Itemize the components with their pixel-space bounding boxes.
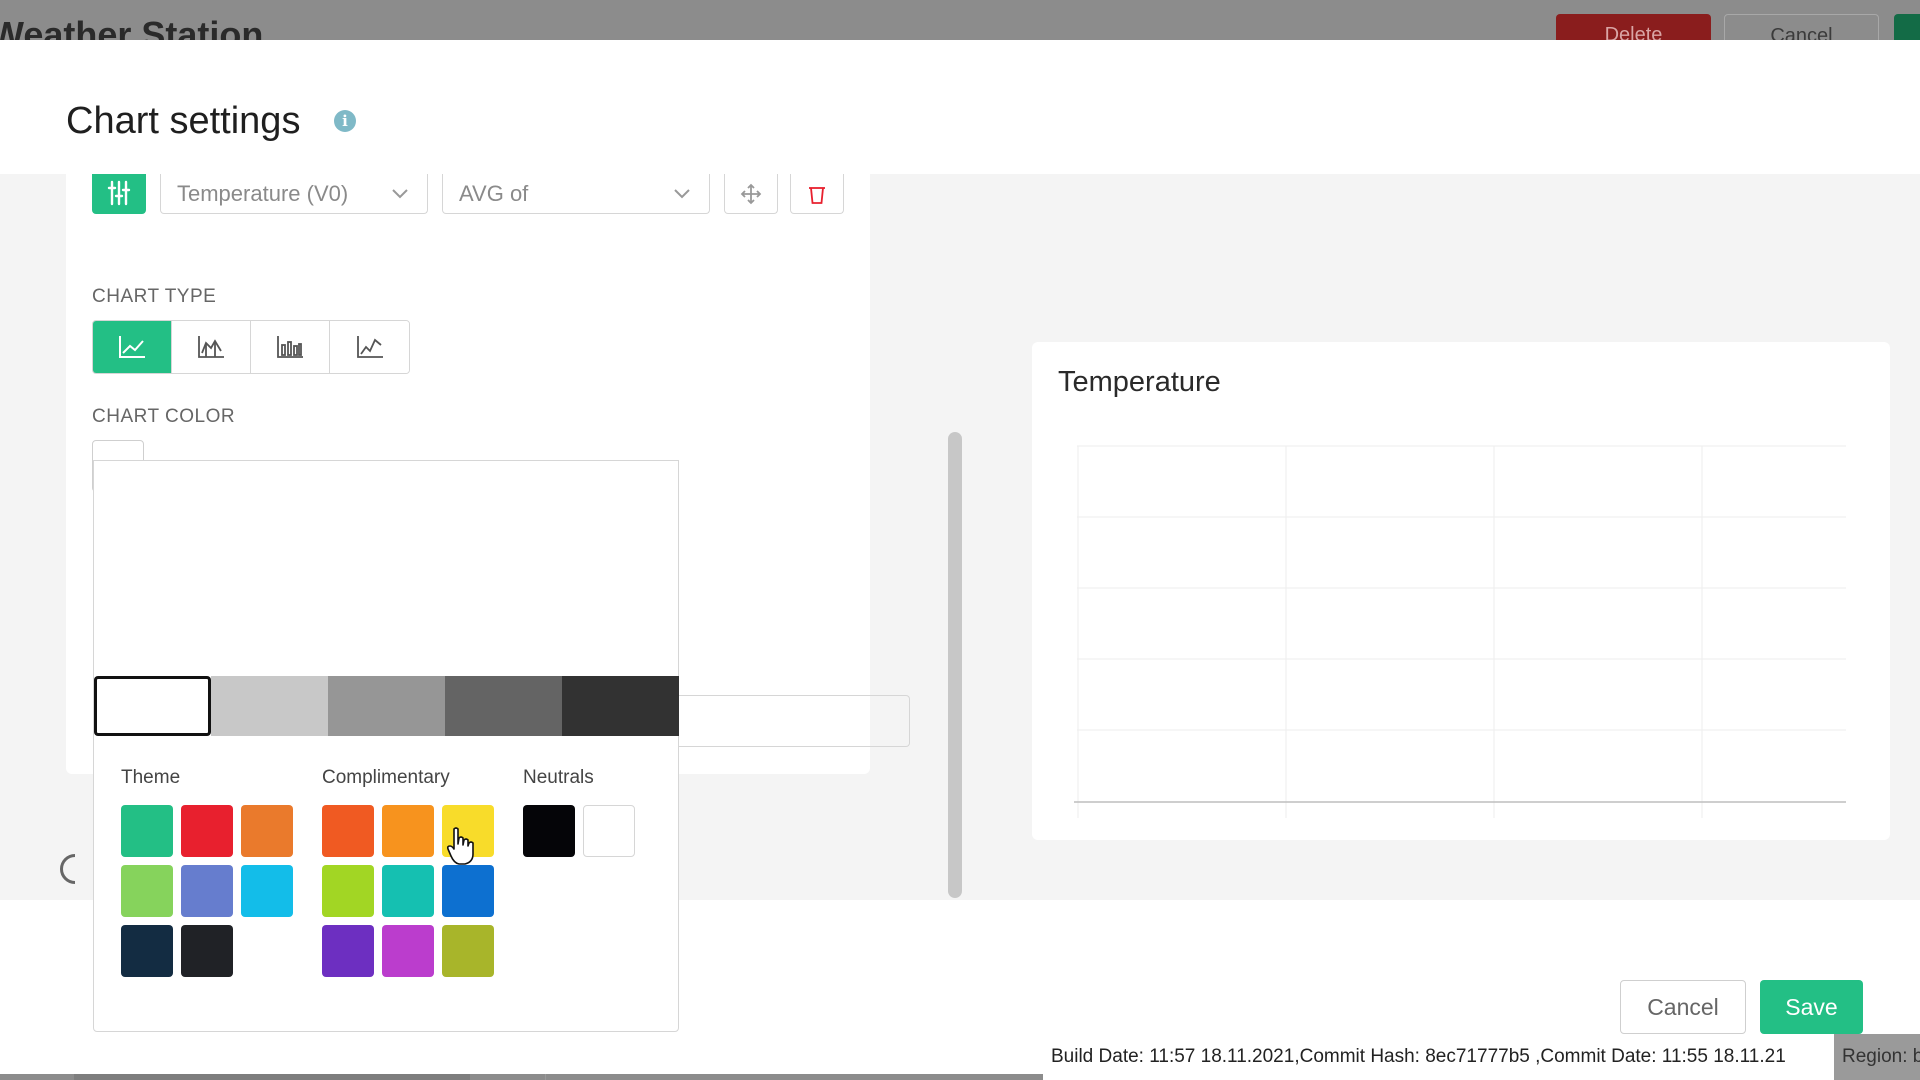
delete-datastream-button[interactable] <box>790 174 844 214</box>
chart-preview-card: Temperature <box>1032 342 1890 840</box>
datastream-settings-button[interactable] <box>92 174 146 214</box>
color-swatch[interactable] <box>442 865 494 917</box>
chart-type-label: CHART TYPE <box>92 286 217 307</box>
shade-swatch[interactable] <box>328 676 445 736</box>
complimentary-group-title: Complimentary <box>322 767 450 788</box>
color-swatch[interactable] <box>121 805 173 857</box>
chevron-down-icon <box>674 189 690 199</box>
sliders-icon <box>107 180 131 206</box>
shade-swatch[interactable] <box>94 676 211 736</box>
neutrals-group-title: Neutrals <box>523 767 594 788</box>
color-picker-popup: Theme Complimentary Neutrals <box>93 460 679 1032</box>
aggregation-select-value: AVG of <box>459 180 529 206</box>
color-swatch[interactable] <box>382 805 434 857</box>
color-swatch[interactable] <box>181 805 233 857</box>
scrollbar-thumb[interactable] <box>948 432 962 898</box>
color-swatch[interactable] <box>382 925 434 977</box>
shade-swatch[interactable] <box>211 676 328 736</box>
chart-type-bar-button[interactable] <box>251 321 330 373</box>
color-swatch[interactable] <box>442 925 494 977</box>
line-chart-alt-icon <box>356 336 383 358</box>
shade-swatch[interactable] <box>445 676 562 736</box>
theme-group-title: Theme <box>121 767 181 788</box>
save-button[interactable]: Save <box>1760 980 1863 1034</box>
info-icon[interactable]: i <box>334 110 356 132</box>
chart-type-line-alt-button[interactable] <box>330 321 409 373</box>
modal-title: Chart settings <box>66 100 301 142</box>
chevron-down-icon <box>392 189 408 199</box>
color-swatch[interactable] <box>322 865 374 917</box>
color-swatch[interactable] <box>523 805 575 857</box>
region-indicator: Region: b <box>1834 1034 1920 1080</box>
chart-preview-plot <box>1074 445 1846 818</box>
toggle-partial[interactable] <box>60 854 75 884</box>
move-icon <box>740 183 762 204</box>
chart-type-line-button[interactable] <box>93 321 172 373</box>
color-swatch[interactable] <box>322 925 374 977</box>
chart-type-area-button[interactable] <box>172 321 251 373</box>
hand-cursor-icon <box>446 827 474 865</box>
color-swatch[interactable] <box>241 805 293 857</box>
chart-type-selector <box>92 320 410 374</box>
color-swatch[interactable] <box>121 865 173 917</box>
area-chart-icon <box>198 336 224 358</box>
bar-chart-icon <box>277 336 303 358</box>
shade-row <box>94 676 679 736</box>
shade-swatch[interactable] <box>562 676 679 736</box>
color-swatch[interactable] <box>583 805 635 857</box>
partially-hidden-field[interactable] <box>666 695 910 747</box>
chart-color-label: CHART COLOR <box>92 406 236 427</box>
build-info-bar: Build Date: 11:57 18.11.2021,Commit Hash… <box>1043 1034 1920 1080</box>
datastream-select[interactable]: Temperature (V0) <box>160 174 428 214</box>
datastream-select-value: Temperature (V0) <box>177 180 349 206</box>
color-swatch[interactable] <box>382 865 434 917</box>
color-swatch[interactable] <box>181 925 233 977</box>
trash-icon <box>809 186 825 204</box>
line-chart-icon <box>119 336 145 358</box>
cancel-button[interactable]: Cancel <box>1620 980 1746 1034</box>
aggregation-select[interactable]: AVG of <box>442 174 710 214</box>
color-swatch[interactable] <box>121 925 173 977</box>
color-swatch[interactable] <box>241 865 293 917</box>
move-button[interactable] <box>724 174 778 214</box>
color-swatch[interactable] <box>322 805 374 857</box>
color-swatch[interactable] <box>181 865 233 917</box>
